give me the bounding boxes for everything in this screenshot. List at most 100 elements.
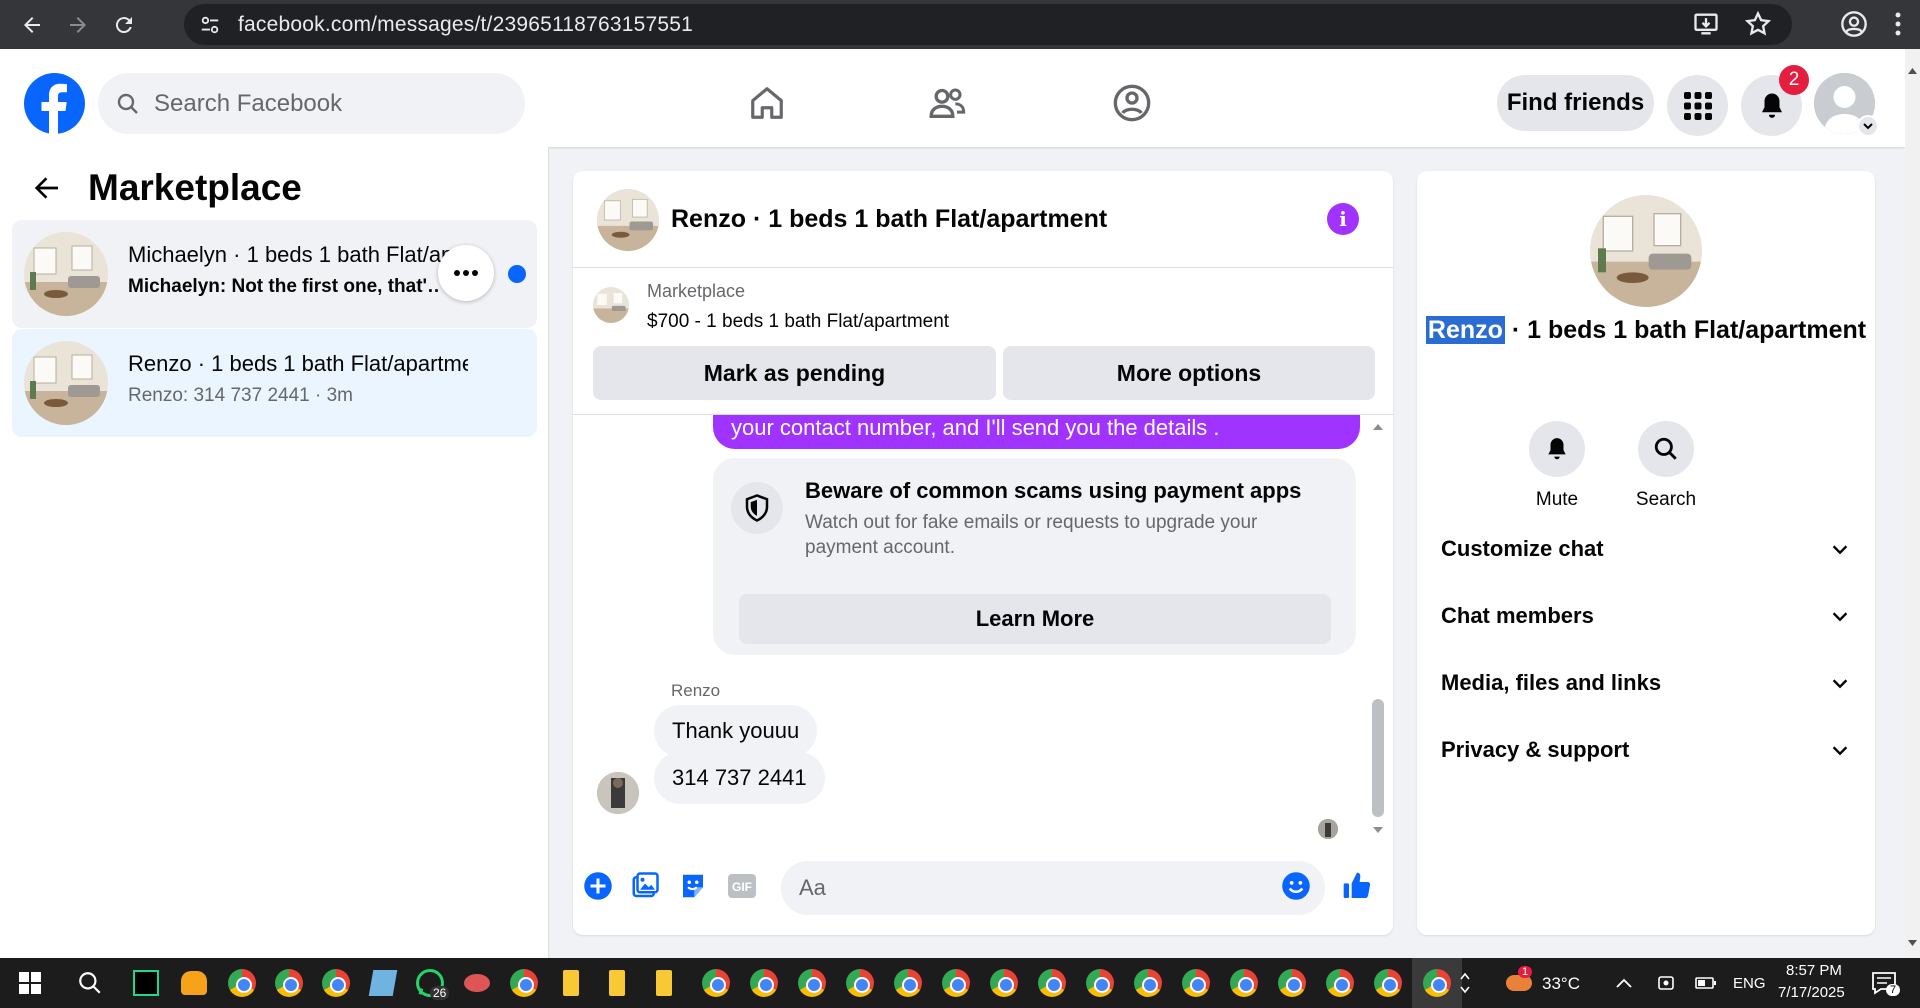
gif-icon[interactable]: GIF [725,869,759,903]
ellipsis-icon [454,270,478,276]
conversation-title: Michaelyn · 1 beds 1 bath Flat/apartment [128,242,468,267]
section-label: Chat members [1441,603,1594,628]
temperature[interactable]: 33°C [1542,974,1580,994]
scroll-up-arrow-icon[interactable] [1907,67,1918,75]
chrome-icon[interactable] [1036,967,1068,999]
search-icon[interactable] [74,967,106,999]
warning-title: Beware of common scams using payment app… [805,478,1302,503]
windows-start-icon[interactable] [14,967,46,999]
battery-icon[interactable] [1690,967,1722,999]
chevron-down-icon[interactable] [1857,115,1879,137]
facebook-search-input[interactable]: Search Facebook [98,73,525,134]
chrome-icon[interactable] [1084,967,1116,999]
forward-button[interactable] [60,7,96,43]
listing-photo[interactable] [1590,195,1702,307]
chat-header: Renzo · 1 beds 1 bath Flat/apartment i [573,171,1393,268]
folder-icon[interactable] [648,967,680,999]
chrome-icon[interactable] [320,967,352,999]
chrome-icon[interactable] [1324,967,1356,999]
chrome-icon[interactable] [1180,967,1212,999]
marketplace-listing-row[interactable]: Marketplace $700 - 1 beds 1 bath Flat/ap… [573,269,1393,338]
camera-icon[interactable] [1650,967,1682,999]
chrome-icon[interactable] [273,967,305,999]
arrow-left-icon [24,16,40,33]
browser-menu-icon[interactable] [1876,6,1920,42]
page-scrollbar[interactable] [1905,49,1920,958]
grid-menu-icon [1683,91,1712,120]
chrome-icon[interactable] [1228,967,1260,999]
scroll-up-arrow-icon[interactable] [1371,422,1385,432]
media-files-links-section[interactable]: Media, files and links [1441,657,1851,709]
pycharm-icon[interactable] [130,967,162,999]
bookmark-star-icon[interactable] [1744,10,1772,38]
menu-button[interactable] [1667,75,1728,136]
message-input[interactable]: Aa [781,861,1325,915]
site-info-icon[interactable] [190,5,230,45]
clock-date[interactable]: 7/17/2025 [1778,984,1845,1001]
facebook-logo-icon[interactable] [24,73,85,134]
sender-avatar[interactable] [597,772,639,814]
more-options-button[interactable] [438,245,494,301]
chrome-icon[interactable] [796,967,828,999]
chat-scrollbar[interactable] [1372,699,1384,817]
chrome-icon[interactable] [508,967,540,999]
sticker-icon[interactable] [676,869,710,903]
more-options-button[interactable]: More options [1003,346,1375,400]
chrome-icon[interactable] [892,967,924,999]
app-icon[interactable] [178,967,210,999]
chevron-down-icon [1832,545,1848,555]
search-conversation-button[interactable]: Search [1626,421,1706,511]
conversation-item[interactable]: Michaelyn · 1 beds 1 bath Flat/apartment… [12,220,537,328]
home-nav-button[interactable] [745,81,789,125]
back-button[interactable] [14,7,50,43]
chrome-icon[interactable] [748,967,780,999]
info-icon[interactable]: i [1327,203,1359,235]
plus-circle-icon[interactable] [581,869,615,903]
chrome-icon[interactable] [226,967,258,999]
reload-button[interactable] [106,7,142,43]
photo-icon[interactable] [628,869,662,903]
message-text: your contact number, and I'll send you t… [731,415,1220,440]
back-arrow-icon[interactable] [30,172,62,204]
incoming-message: 314 737 2441 [654,752,825,804]
notification-count-badge: 7 [1886,984,1901,996]
chrome-icon[interactable] [1372,967,1404,999]
groups-nav-button[interactable] [1110,81,1154,125]
chat-title[interactable]: Renzo · 1 beds 1 bath Flat/apartment [671,205,1107,234]
customize-chat-section[interactable]: Customize chat [1441,523,1851,575]
privacy-support-section[interactable]: Privacy & support [1441,724,1851,776]
taskbar-overflow-icon[interactable] [1455,967,1475,999]
app-icon[interactable] [461,967,493,999]
folder-icon[interactable] [555,967,587,999]
friends-nav-button[interactable] [925,81,969,125]
emoji-icon[interactable] [1279,869,1313,903]
clock-time[interactable]: 8:57 PM [1786,962,1842,979]
address-bar[interactable]: facebook.com/messages/t/2396511876315755… [184,4,1792,45]
folder-icon[interactable] [601,967,633,999]
listing-thumbnail [593,287,629,323]
conversation-preview: Renzo: 314 737 2441 · 3m [128,385,353,406]
chat-thumbnail[interactable] [597,189,659,251]
learn-more-button[interactable]: Learn More [739,594,1331,644]
scroll-down-arrow-icon[interactable] [1907,939,1918,947]
mark-as-pending-button[interactable]: Mark as pending [593,346,996,400]
notification-badge: 2 [1779,65,1809,95]
chrome-icon[interactable] [988,967,1020,999]
url-text[interactable]: facebook.com/messages/t/2396511876315755… [238,13,693,37]
install-app-icon[interactable] [1692,10,1720,38]
chrome-icon[interactable] [1276,967,1308,999]
browser-profile-icon[interactable] [1832,6,1876,42]
thumbs-up-icon[interactable] [1340,869,1374,903]
language-indicator[interactable]: ENG [1733,975,1766,992]
chat-members-section[interactable]: Chat members [1441,590,1851,642]
chrome-icon[interactable] [940,967,972,999]
find-friends-button[interactable]: Find friends [1497,75,1654,131]
chevron-up-icon[interactable] [1608,967,1640,999]
conversation-item-selected[interactable]: Renzo · 1 beds 1 bath Flat/apartment Ren… [12,329,537,437]
scroll-down-arrow-icon[interactable] [1371,825,1385,835]
mute-button[interactable]: Mute [1517,421,1597,511]
chrome-icon[interactable] [1132,967,1164,999]
app-icon[interactable] [367,967,399,999]
chrome-icon[interactable] [844,967,876,999]
chrome-icon[interactable] [700,967,732,999]
